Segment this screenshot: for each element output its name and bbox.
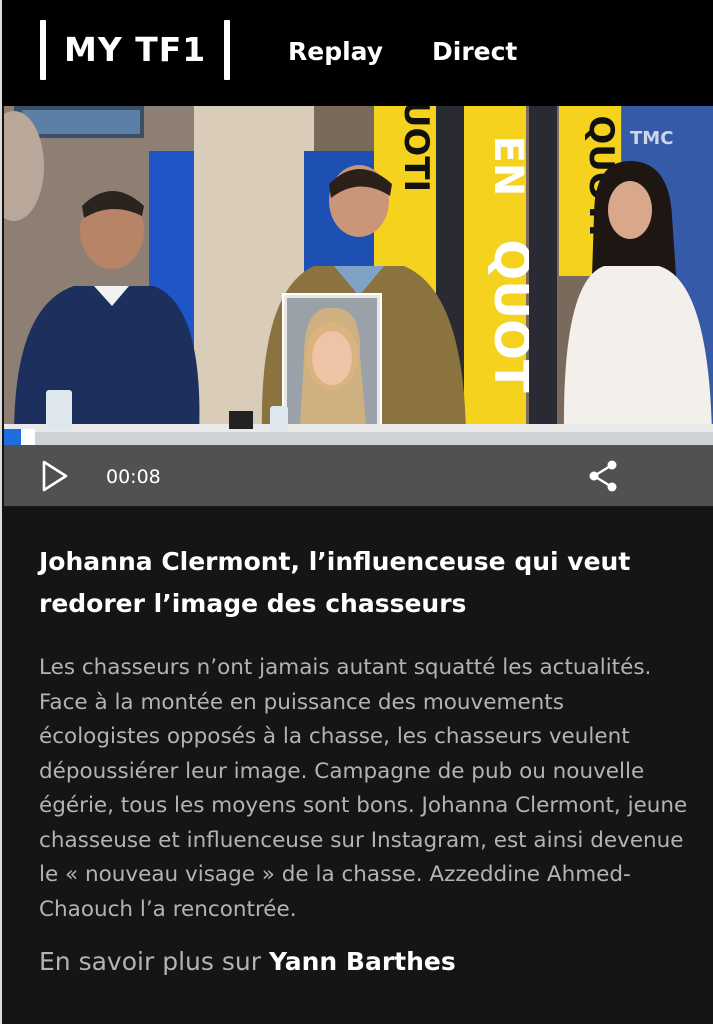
nav-direct[interactable]: Direct — [432, 37, 517, 66]
article-description: Les chasseurs n’ont jamais autant squatt… — [39, 655, 688, 922]
learn-more-link[interactable]: En savoir plus sur Yann Barthes — [39, 947, 456, 976]
video-progress-bar[interactable] — [4, 429, 713, 445]
progress-handle[interactable] — [21, 429, 35, 445]
learn-more-prefix: En savoir plus sur — [39, 947, 261, 976]
learn-more-person[interactable]: Yann Barthes — [269, 947, 456, 976]
set-sign-1: UOTI — [396, 106, 436, 192]
video-controls: 00:08 — [4, 445, 713, 507]
play-icon[interactable] — [40, 459, 70, 493]
logo-bar-right — [224, 20, 231, 80]
top-bar: MY TF1 Replay Direct — [2, 0, 713, 106]
page: MY TF1 Replay Direct UOTI EN QUOT QUOTI — [0, 0, 713, 1024]
share-icon[interactable] — [585, 458, 621, 494]
current-time: 00:08 — [106, 466, 161, 488]
article-title: Johanna Clermont, l’influenceuse qui veu… — [39, 547, 631, 618]
nav-replay[interactable]: Replay — [288, 37, 383, 66]
mytf1-logo[interactable]: MY TF1 — [40, 20, 231, 80]
set-sign-2: EN — [485, 136, 531, 197]
channel-watermark: TMC — [630, 128, 673, 149]
logo-text: MY TF1 — [64, 30, 207, 69]
